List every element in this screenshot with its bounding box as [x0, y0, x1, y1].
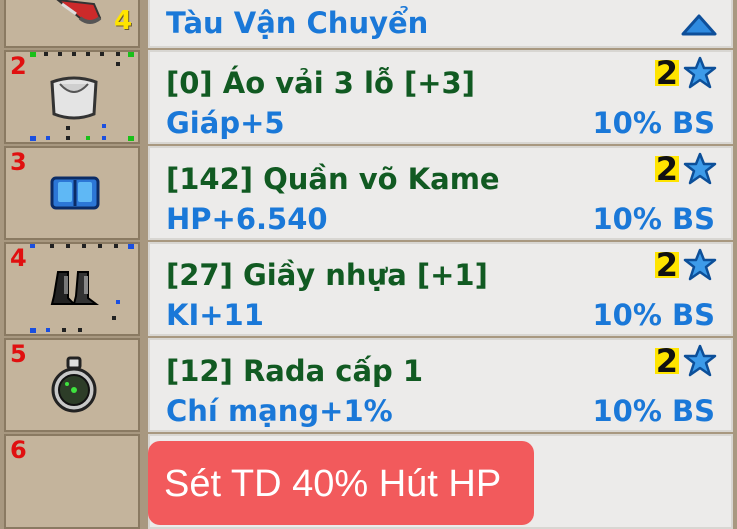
item-count: 4	[114, 6, 133, 36]
item-panel[interactable]: [0] Áo vải 3 lỗ [+3] Giáp+5 10% BS 2	[148, 50, 733, 144]
item-stat: KI+11	[166, 298, 264, 332]
set-bonus-badge: Sét TD 40% Hút HP	[148, 441, 534, 525]
item-slot[interactable]: 6	[4, 434, 140, 529]
slot-number: 6	[10, 436, 27, 464]
star-icon	[683, 152, 717, 185]
item-panel[interactable]: [27] Giầy nhựa [+1] KI+11 10% BS 2	[148, 242, 733, 336]
panel-title: Tàu Vận Chuyển	[166, 6, 429, 40]
star-count: 2	[654, 150, 679, 188]
star-icon	[683, 344, 717, 377]
item-row[interactable]: 2 [0] Áo vải 3 lỗ [+3] Giáp+5 10% BS 2	[0, 50, 737, 144]
item-slot[interactable]: 5	[4, 338, 140, 432]
boots-icon	[50, 271, 99, 305]
item-bonus-percent: 10% BS	[592, 394, 716, 428]
item-stat: Chí mạng+1%	[166, 394, 393, 428]
item-stat: Giáp+5	[166, 106, 285, 140]
collapse-icon[interactable]	[679, 10, 719, 38]
star-count: 2	[654, 246, 679, 284]
item-stat: HP+6.540	[166, 202, 328, 236]
slot-number: 5	[10, 340, 27, 368]
pants-icon	[50, 176, 100, 210]
item-slot[interactable]: 4	[4, 242, 140, 336]
item-panel[interactable]: [142] Quần võ Kame HP+6.540 10% BS 2	[148, 146, 733, 240]
item-slot[interactable]: 2	[4, 50, 140, 144]
item-bonus-percent: 10% BS	[592, 202, 716, 236]
slot-number: 3	[10, 148, 27, 176]
item-row[interactable]: 5 [12] Rada cấp 1 Chí mạng+1% 10% BS 2	[0, 338, 737, 432]
star-rating: 2	[654, 150, 717, 188]
item-row[interactable]: 4 [27] Giầy nhựa [+1] KI+11 10% BS 2	[0, 242, 737, 336]
item-name: [0] Áo vải 3 lỗ [+3]	[166, 66, 475, 100]
item-name: [27] Giầy nhựa [+1]	[166, 258, 488, 292]
item-panel[interactable]: [12] Rada cấp 1 Chí mạng+1% 10% BS 2	[148, 338, 733, 432]
header-row: 4 Tàu Vận Chuyển	[0, 0, 737, 48]
item-name: [12] Rada cấp 1	[166, 354, 424, 388]
star-icon	[683, 56, 717, 89]
star-icon	[683, 248, 717, 281]
item-name: [142] Quần võ Kame	[166, 162, 500, 196]
item-row[interactable]: 3 [142] Quần võ Kame HP+6.540 10% BS 2	[0, 146, 737, 240]
star-rating: 2	[654, 246, 717, 284]
star-rating: 2	[654, 54, 717, 92]
star-count: 2	[654, 54, 679, 92]
item-bonus-percent: 10% BS	[592, 298, 716, 332]
item-slot[interactable]: 3	[4, 146, 140, 240]
item-bonus-percent: 10% BS	[592, 106, 716, 140]
slot-header[interactable]: 4	[4, 0, 140, 48]
set-bonus-label: Sét TD 40% Hút HP	[164, 463, 502, 505]
radar-icon	[51, 356, 97, 413]
shoe-icon	[56, 0, 102, 24]
star-rating: 2	[654, 342, 717, 380]
star-count: 2	[654, 342, 679, 380]
header-panel: Tàu Vận Chuyển	[148, 0, 733, 48]
shirt-icon	[50, 76, 98, 120]
